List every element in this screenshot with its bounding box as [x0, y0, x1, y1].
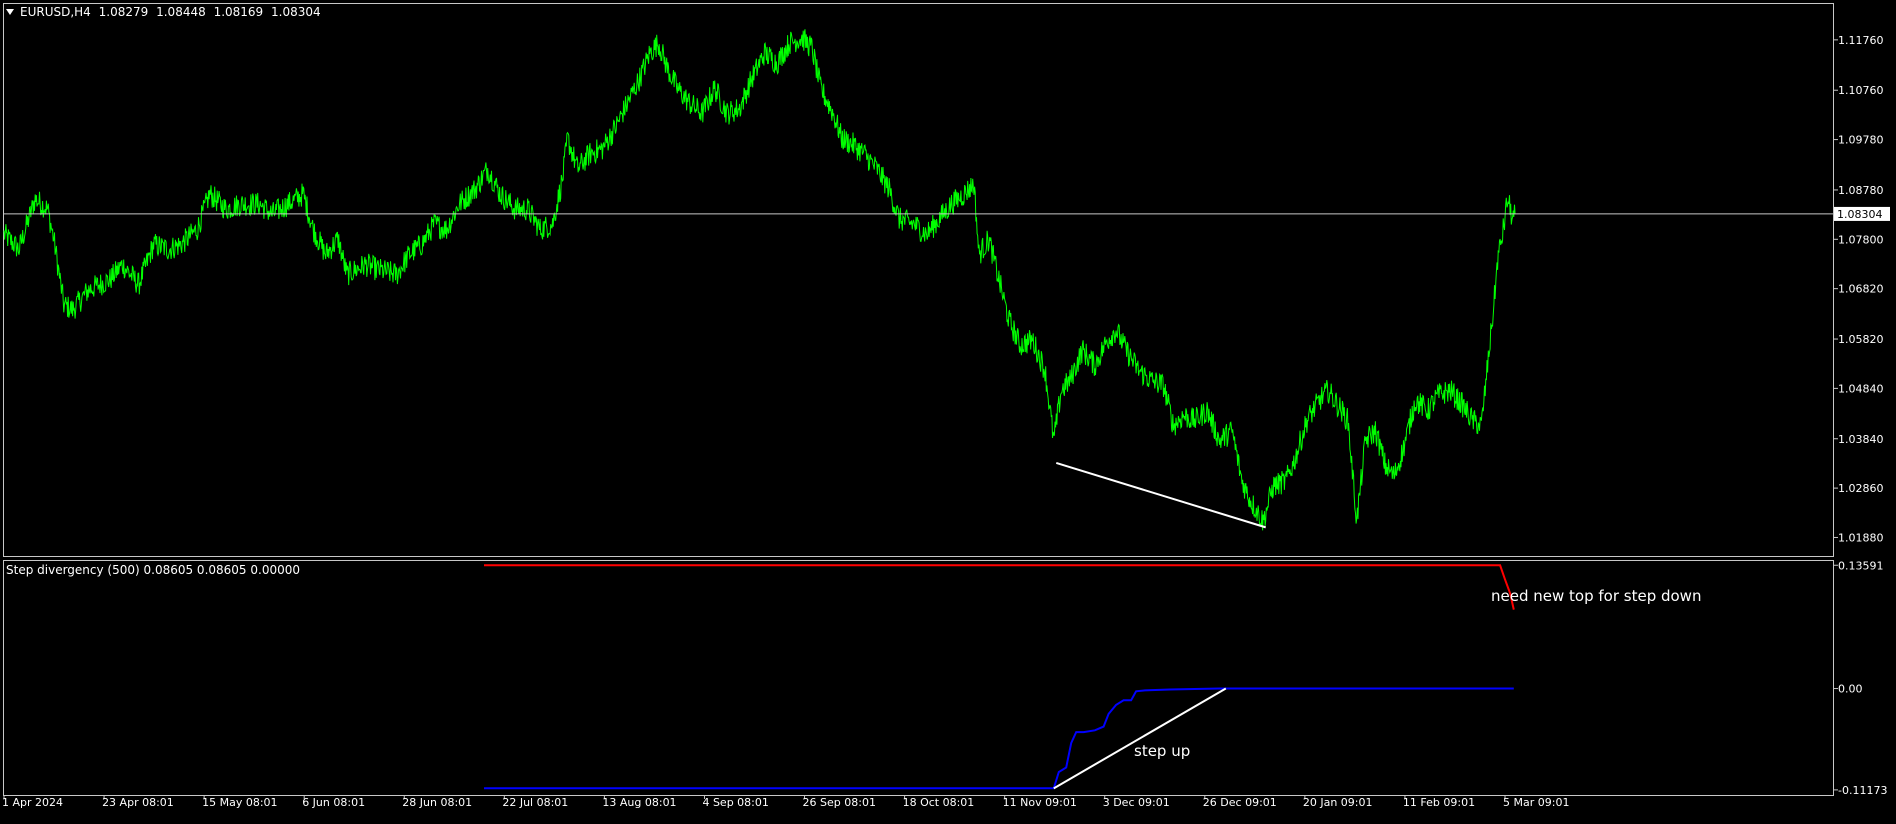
price-axis-label: 1.08780	[1838, 184, 1884, 197]
price-axis-label: 1.03840	[1838, 433, 1884, 446]
time-axis-label: 5 Mar 09:01	[1503, 796, 1569, 809]
time-axis-label: 18 Oct 08:01	[903, 796, 975, 809]
time-axis-label: 11 Nov 09:01	[1003, 796, 1077, 809]
open-value: 1.08279	[99, 5, 149, 19]
time-axis-label: 26 Dec 09:01	[1203, 796, 1277, 809]
time-axis-label: 28 Jun 08:01	[402, 796, 472, 809]
chart-svg: EURUSD,H4 1.08279 1.08448 1.08169 1.0830…	[0, 0, 1896, 820]
time-axis-label: 11 Feb 09:01	[1403, 796, 1475, 809]
time-axis-label: 20 Jan 09:01	[1303, 796, 1373, 809]
indicator-note-text: step up	[1134, 742, 1190, 760]
indicator-axis-label: -0.11173	[1838, 784, 1887, 797]
price-axis-label: 1.07800	[1838, 233, 1884, 246]
time-axis-label: 4 Sep 08:01	[702, 796, 768, 809]
chart-root: EURUSD,H4 1.08279 1.08448 1.08169 1.0830…	[0, 0, 1896, 820]
indicator-note-text: need new top for step down	[1491, 587, 1701, 605]
price-axis-label: 1.09780	[1838, 134, 1884, 147]
time-axis-label: 22 Jul 08:01	[502, 796, 568, 809]
close-value: 1.08304	[271, 5, 321, 19]
price-axis-label: 1.10760	[1838, 84, 1884, 97]
price-axis-label: 1.04840	[1838, 382, 1884, 395]
price-panel-header: EURUSD,H4 1.08279 1.08448 1.08169 1.0830…	[20, 5, 321, 19]
time-axis-label: 3 Dec 09:01	[1103, 796, 1170, 809]
current-price-tag: 1.08304	[1834, 206, 1890, 221]
price-axis-label: 1.01880	[1838, 531, 1884, 544]
time-axis-label: 13 Aug 08:01	[602, 796, 676, 809]
time-axis-label: 6 Jun 08:01	[302, 796, 365, 809]
current-price-label: 1.08304	[1837, 208, 1883, 221]
price-axis-label: 1.02860	[1838, 482, 1884, 495]
high-value: 1.08448	[156, 5, 206, 19]
symbol-label: EURUSD,H4	[20, 5, 91, 19]
time-axis-label: 26 Sep 08:01	[803, 796, 876, 809]
price-axis-label: 1.06820	[1838, 283, 1884, 296]
chart-background	[0, 0, 1896, 820]
time-axis-label: 1 Apr 2024	[2, 796, 63, 809]
time-axis-label: 23 Apr 08:01	[102, 796, 174, 809]
low-value: 1.08169	[214, 5, 264, 19]
time-axis-label: 15 May 08:01	[202, 796, 277, 809]
indicator-axis-label: 0.00	[1838, 683, 1863, 696]
indicator-axis-label: 0.13591	[1838, 559, 1884, 572]
price-axis-label: 1.11760	[1838, 34, 1884, 47]
indicator-header: Step divergency (500) 0.08605 0.08605 0.…	[6, 563, 300, 577]
price-axis-label: 1.05820	[1838, 333, 1884, 346]
